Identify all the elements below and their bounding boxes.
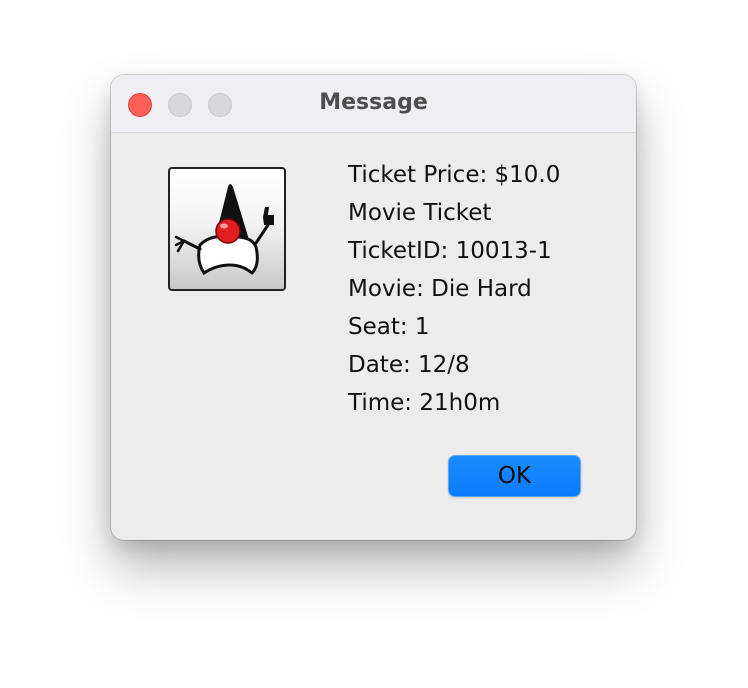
ticket-type-line: Movie Ticket bbox=[348, 200, 492, 226]
message-text: Ticket Price: $10.0 Movie Ticket TicketI… bbox=[348, 156, 560, 422]
title-bar[interactable]: Message bbox=[111, 75, 636, 133]
seat-line: Seat: 1 bbox=[348, 314, 430, 340]
ticket-price-line: Ticket Price: $10.0 bbox=[348, 162, 561, 188]
time-line: Time: 21h0m bbox=[348, 390, 501, 416]
ticket-id-line: TicketID: 10013-1 bbox=[348, 238, 552, 264]
message-dialog: Message Ticket Price: $10.0 Movie Ticket… bbox=[111, 75, 636, 540]
movie-line: Movie: Die Hard bbox=[348, 276, 532, 302]
ok-button[interactable]: OK bbox=[448, 455, 581, 497]
dialog-title: Message bbox=[319, 90, 428, 115]
java-duke-icon bbox=[168, 167, 286, 291]
date-line: Date: 12/8 bbox=[348, 352, 470, 378]
